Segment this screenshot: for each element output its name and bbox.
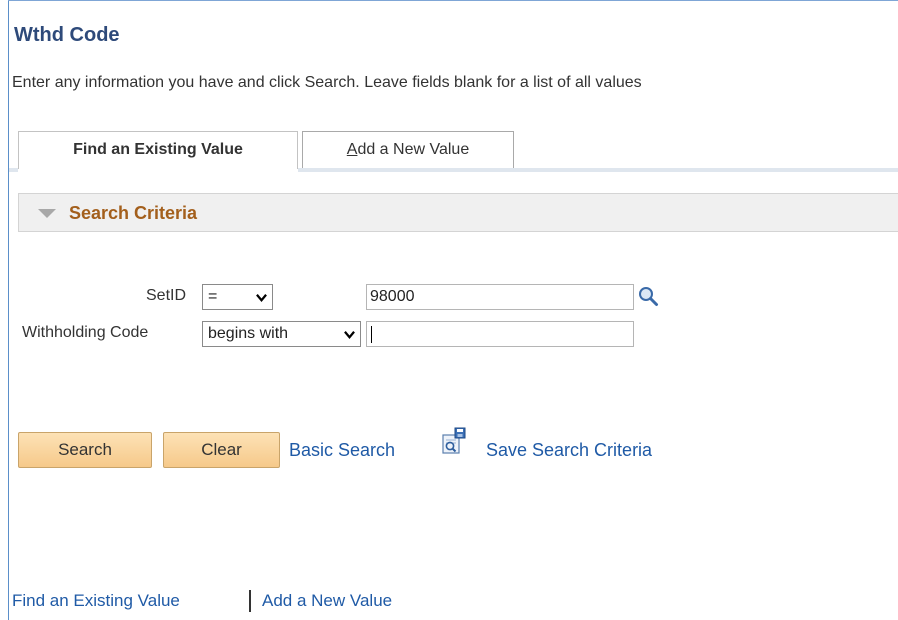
setid-input[interactable]: 98000	[366, 284, 634, 310]
withholding-code-operator-select[interactable]: begins with	[202, 321, 361, 347]
text-cursor	[371, 326, 372, 343]
chevron-down-icon	[256, 294, 267, 302]
search-criteria-header[interactable]: Search Criteria	[18, 193, 898, 232]
setid-value: 98000	[370, 288, 415, 305]
footer-add-new-link[interactable]: Add a New Value	[262, 591, 392, 611]
tab-add-new-label: dd a New Value	[357, 141, 470, 158]
collapse-triangle-icon[interactable]	[38, 209, 56, 218]
chevron-down-icon	[344, 331, 355, 339]
tab-find-existing-value[interactable]: Find an Existing Value	[18, 131, 298, 169]
tab-find-existing-label: Find an Existing Value	[73, 141, 243, 158]
clear-button[interactable]: Clear	[163, 432, 280, 468]
instructions-text: Enter any information you have and click…	[12, 74, 642, 91]
setid-label: SetID	[146, 287, 187, 304]
search-button[interactable]: Search	[18, 432, 152, 468]
search-criteria-title: Search Criteria	[69, 203, 198, 223]
save-search-icon[interactable]	[441, 427, 467, 455]
tab-strip-line	[298, 168, 898, 172]
save-search-criteria-link[interactable]: Save Search Criteria	[486, 440, 652, 461]
page-title: Wthd Code	[14, 24, 120, 46]
magnifier-icon[interactable]	[637, 285, 659, 307]
footer-find-existing-link[interactable]: Find an Existing Value	[12, 591, 180, 611]
withholding-code-operator-value: begins with	[208, 325, 289, 342]
setid-operator-value: =	[208, 288, 218, 305]
tab-strip-line-left	[9, 168, 18, 172]
withholding-code-input[interactable]	[366, 321, 634, 347]
footer-separator	[249, 590, 251, 612]
basic-search-link[interactable]: Basic Search	[289, 440, 395, 461]
frame-border-left	[8, 0, 9, 620]
withholding-code-label: Withholding Code	[22, 324, 149, 341]
tab-add-new-value[interactable]: Add a New Value	[302, 131, 514, 169]
tab-add-new-accesskey: A	[346, 141, 358, 158]
frame-border-top	[8, 0, 898, 1]
setid-operator-select[interactable]: =	[202, 284, 273, 310]
